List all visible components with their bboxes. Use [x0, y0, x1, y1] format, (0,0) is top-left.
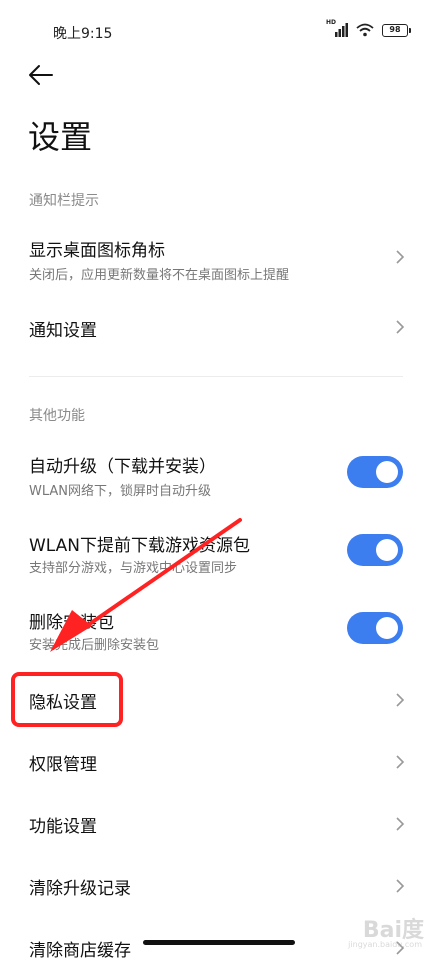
row-title: 权限管理: [29, 755, 97, 775]
signal-icon: HD: [326, 19, 348, 38]
toggle-switch[interactable]: [347, 456, 403, 488]
highlight-box: [11, 672, 123, 727]
toggle-knob: [376, 617, 398, 639]
row-subtitle: WLAN网络下，锁屏时自动升级: [29, 484, 212, 499]
chevron-right-icon: [396, 320, 405, 334]
section-divider: [29, 376, 403, 377]
row-wlan-preload[interactable]: WLAN下提前下载游戏资源包 支持部分游戏，与游戏中心设置同步: [0, 527, 436, 587]
toggle-knob: [376, 539, 398, 561]
row-title: 清除商店缓存: [29, 941, 131, 961]
network-label: HD: [326, 19, 337, 26]
row-subtitle: 安装完成后删除安装包: [29, 638, 160, 653]
row-title: 通知设置: [29, 321, 97, 341]
row-subtitle: 关闭后，应用更新数量将不在桌面图标上提醒: [29, 268, 290, 283]
chevron-right-icon: [396, 755, 405, 769]
toggle-knob: [376, 461, 398, 483]
row-function-settings[interactable]: 功能设置: [0, 800, 436, 848]
row-auto-upgrade[interactable]: 自动升级（下载并安装） WLAN网络下，锁屏时自动升级: [0, 444, 436, 504]
watermark-sub: jingyan.baidu.com: [348, 940, 422, 949]
row-title: WLAN下提前下载游戏资源包: [29, 536, 251, 556]
row-permission-management[interactable]: 权限管理: [0, 738, 436, 786]
row-show-badge[interactable]: 显示桌面图标角标 关闭后，应用更新数量将不在桌面图标上提醒: [0, 228, 436, 288]
row-title: 功能设置: [29, 817, 97, 837]
page-title: 设置: [28, 118, 93, 156]
status-bar: 晚上9:15 HD 98: [0, 0, 436, 64]
row-title: 显示桌面图标角标: [29, 241, 165, 261]
status-time: 晚上9:15: [53, 26, 113, 42]
baidu-watermark: Bai度 jingyan.baidu.com: [324, 912, 424, 954]
row-subtitle: 支持部分游戏，与游戏中心设置同步: [29, 561, 238, 576]
section-header-other: 其他功能: [29, 408, 85, 424]
chevron-right-icon: [396, 817, 405, 831]
status-icons: HD 98: [326, 19, 411, 38]
chevron-right-icon: [396, 693, 405, 707]
row-delete-package[interactable]: 删除安装包 安装完成后删除安装包: [0, 604, 436, 658]
battery-icon: 98: [382, 23, 411, 37]
row-clear-upgrade-records[interactable]: 清除升级记录: [0, 862, 436, 910]
row-title: 清除升级记录: [29, 879, 131, 899]
chevron-right-icon: [396, 250, 405, 264]
wifi-icon: [356, 23, 374, 37]
home-indicator[interactable]: [143, 940, 295, 945]
row-notification-settings[interactable]: 通知设置: [0, 304, 436, 350]
row-title: 自动升级（下载并安装）: [29, 457, 216, 477]
arrow-left-icon: [29, 65, 53, 85]
section-header-notification: 通知栏提示: [29, 193, 99, 209]
battery-level: 98: [389, 25, 401, 34]
row-title: 删除安装包: [29, 613, 114, 633]
toggle-switch[interactable]: [347, 534, 403, 566]
chevron-right-icon: [396, 879, 405, 893]
toggle-switch[interactable]: [347, 612, 403, 644]
back-button[interactable]: [26, 60, 58, 92]
